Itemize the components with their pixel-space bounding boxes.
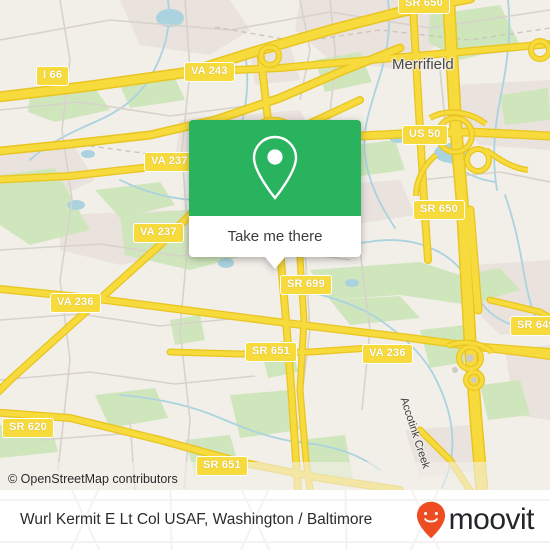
road-shield: SR 620 xyxy=(2,418,54,438)
road-shield: SR 699 xyxy=(280,275,332,295)
moovit-wordmark: moovit xyxy=(448,503,535,536)
popup-tail xyxy=(265,256,285,269)
location-title: Wurl Kermit E Lt Col USAF, Washington / … xyxy=(20,511,373,528)
moovit-pin-icon xyxy=(416,501,445,539)
road-shield: SR 649 xyxy=(510,316,550,336)
road-shield: VA 236 xyxy=(362,344,413,364)
road-shield: SR 650 xyxy=(398,0,450,14)
osm-attribution[interactable]: © OpenStreetMap contributors xyxy=(8,472,178,486)
moovit-logo[interactable]: moovit xyxy=(416,501,535,539)
road-shield: VA 243 xyxy=(184,62,235,82)
road-shield: VA 236 xyxy=(50,293,101,313)
destination-popup[interactable]: Take me there xyxy=(189,120,361,269)
road-shield: SR 650 xyxy=(413,200,465,220)
popup-action-row[interactable]: Take me there xyxy=(189,216,361,257)
map-pin-icon xyxy=(252,135,298,200)
road-shield: SR 651 xyxy=(245,342,297,362)
road-shield: VA 237 xyxy=(133,223,184,243)
moovit-map-share-card: SR 650 I 66 VA 243 US 50 VA 237 SR 650 VA 237 S… xyxy=(0,0,550,550)
road-shield: VA 237 xyxy=(144,152,195,172)
road-shield: I 66 xyxy=(36,66,70,86)
road-shield: US 50 xyxy=(402,125,448,145)
footer-content: Wurl Kermit E Lt Col USAF, Washington / … xyxy=(0,490,550,550)
take-me-there-label: Take me there xyxy=(227,228,323,245)
footer-bar: Wurl Kermit E Lt Col USAF, Washington / … xyxy=(0,490,550,550)
place-label: Merrifield xyxy=(392,56,454,73)
map-canvas[interactable]: SR 650 I 66 VA 243 US 50 VA 237 SR 650 VA 237 S… xyxy=(0,0,550,490)
popup-header xyxy=(189,120,361,216)
road-shield: SR 651 xyxy=(196,456,248,476)
